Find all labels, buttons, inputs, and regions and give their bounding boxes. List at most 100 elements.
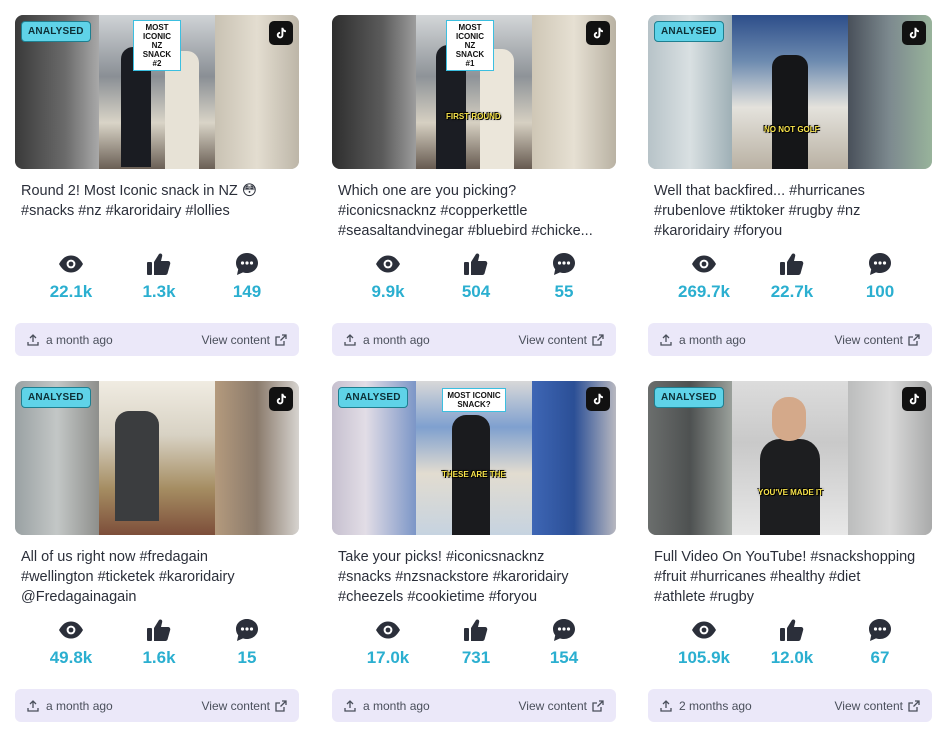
thumbs-up-icon xyxy=(780,619,804,641)
eye-icon xyxy=(692,255,716,273)
posted-time: a month ago xyxy=(27,333,113,347)
caption-line: #athlete #rugby xyxy=(654,589,754,605)
comments-stat: 67 xyxy=(850,617,910,689)
analysed-badge: ANALYSED xyxy=(21,21,91,42)
person-face xyxy=(772,397,806,441)
view-content-label[interactable]: View content xyxy=(519,699,588,713)
external-link-icon[interactable] xyxy=(275,333,287,346)
video-overlay-text: MOST ICONIC NZ SNACK #1 xyxy=(446,20,494,71)
likes-count: 1.3k xyxy=(142,282,176,301)
post-stats: 17.0k 731 154 xyxy=(332,609,616,689)
likes-stat: 22.7k xyxy=(762,251,822,323)
tiktok-icon xyxy=(269,387,293,411)
post-caption: Well that backfired... #hurricanes #rube… xyxy=(654,181,926,243)
video-thumbnail[interactable]: ANALYSED xyxy=(15,381,299,535)
comments-count: 67 xyxy=(870,648,890,667)
content-card[interactable]: MOST ICONIC NZ SNACK #1 FIRST ROUND Whic… xyxy=(332,15,616,356)
caption-line: #snacks #nz #karoridairy #lollies xyxy=(21,203,230,219)
card-footer: a month ago View content xyxy=(648,323,932,356)
thumbs-up-icon xyxy=(147,619,171,641)
view-content-link[interactable]: View content xyxy=(202,333,288,347)
view-content-link[interactable]: View content xyxy=(519,699,605,713)
views-count: 269.7k xyxy=(678,282,730,301)
comment-icon xyxy=(553,619,575,641)
likes-stat: 12.0k xyxy=(762,617,822,689)
upload-icon xyxy=(344,333,356,346)
caption-line: Take your picks! #iconicsnacknz xyxy=(338,549,545,565)
comments-stat: 100 xyxy=(850,251,910,323)
external-link-icon[interactable] xyxy=(592,699,604,712)
views-count: 22.1k xyxy=(49,282,93,301)
posted-time: a month ago xyxy=(344,699,430,713)
views-stat: 17.0k xyxy=(358,617,418,689)
view-content-link[interactable]: View content xyxy=(835,699,921,713)
caption-line: #iconicsnacknz #copperkettle xyxy=(338,203,528,219)
person-figure xyxy=(115,411,159,521)
post-caption: Full Video On YouTube! #snackshopping #f… xyxy=(654,547,926,609)
video-thumbnail[interactable]: MOST ICONIC NZ SNACK #1 FIRST ROUND xyxy=(332,15,616,169)
caption-line: Full Video On YouTube! #snackshopping xyxy=(654,549,916,565)
view-content-link[interactable]: View content xyxy=(202,699,288,713)
comments-stat: 15 xyxy=(217,617,277,689)
upload-icon xyxy=(27,699,39,712)
post-caption: All of us right now #fredagain #wellingt… xyxy=(21,547,293,609)
video-thumbnail[interactable]: ANALYSED MOST ICONIC SNACK? THESE ARE TH… xyxy=(332,381,616,535)
comments-count: 149 xyxy=(232,282,262,301)
video-thumbnail[interactable]: ANALYSED YOU'VE MADE IT xyxy=(648,381,932,535)
video-caption-text: NO NOT GOLF xyxy=(764,125,820,134)
caption-line: #wellington #ticketek #karoridairy xyxy=(21,569,235,585)
view-content-label[interactable]: View content xyxy=(835,699,904,713)
posted-time: a month ago xyxy=(660,333,746,347)
external-link-icon[interactable] xyxy=(275,699,287,712)
card-footer: a month ago View content xyxy=(15,323,299,356)
content-card[interactable]: ANALYSED NO NOT GOLF Well that backfired… xyxy=(648,15,932,356)
video-thumbnail[interactable]: ANALYSED NO NOT GOLF xyxy=(648,15,932,169)
video-overlay-text: MOST ICONIC SNACK? xyxy=(442,388,506,412)
external-link-icon[interactable] xyxy=(908,333,920,346)
caption-line: All of us right now #fredagain xyxy=(21,549,208,565)
comment-icon xyxy=(236,253,258,275)
eye-icon xyxy=(692,621,716,639)
upload-icon xyxy=(660,699,672,712)
posted-time: a month ago xyxy=(27,699,113,713)
likes-count: 22.7k xyxy=(770,282,814,301)
external-link-icon[interactable] xyxy=(592,333,604,346)
person-figure xyxy=(760,439,820,535)
views-count: 9.9k xyxy=(371,282,405,301)
post-stats: 49.8k 1.6k 15 xyxy=(15,609,299,689)
view-content-label[interactable]: View content xyxy=(202,333,271,347)
posted-time-label: a month ago xyxy=(363,332,430,347)
post-stats: 9.9k 504 55 xyxy=(332,243,616,323)
likes-stat: 731 xyxy=(446,617,506,689)
view-content-label[interactable]: View content xyxy=(202,699,271,713)
analysed-badge: ANALYSED xyxy=(21,387,91,408)
view-content-label[interactable]: View content xyxy=(835,333,904,347)
content-card[interactable]: ANALYSED MOST ICONIC SNACK? THESE ARE TH… xyxy=(332,381,616,722)
video-thumbnail[interactable]: ANALYSED MOST ICONIC NZ SNACK #2 xyxy=(15,15,299,169)
video-overlay-text: MOST ICONIC NZ SNACK #2 xyxy=(133,20,181,71)
person-figure xyxy=(772,55,808,169)
content-card[interactable]: ANALYSED YOU'VE MADE IT Full Video On Yo… xyxy=(648,381,932,722)
eye-icon xyxy=(376,255,400,273)
comments-count: 15 xyxy=(237,648,257,667)
comments-count: 100 xyxy=(865,282,895,301)
thumbs-up-icon xyxy=(780,253,804,275)
posted-time-label: a month ago xyxy=(363,698,430,713)
content-card[interactable]: ANALYSED All of us right now #fredagain … xyxy=(15,381,299,722)
posted-time-label: a month ago xyxy=(46,332,113,347)
external-link-icon[interactable] xyxy=(908,699,920,712)
views-count: 17.0k xyxy=(366,648,410,667)
views-stat: 22.1k xyxy=(41,251,101,323)
view-content-label[interactable]: View content xyxy=(519,333,588,347)
thumbs-up-icon xyxy=(147,253,171,275)
caption-line: #karoridairy #foryou xyxy=(654,223,783,239)
posted-time-label: 2 months ago xyxy=(679,698,752,713)
comments-count: 55 xyxy=(554,282,574,301)
view-content-link[interactable]: View content xyxy=(519,333,605,347)
view-content-link[interactable]: View content xyxy=(835,333,921,347)
thumbs-up-icon xyxy=(464,253,488,275)
posted-time: 2 months ago xyxy=(660,699,752,713)
caption-line: #cheezels #cookietime #foryou xyxy=(338,589,538,605)
upload-icon xyxy=(660,333,672,346)
content-card[interactable]: ANALYSED MOST ICONIC NZ SNACK #2 Round 2… xyxy=(15,15,299,356)
